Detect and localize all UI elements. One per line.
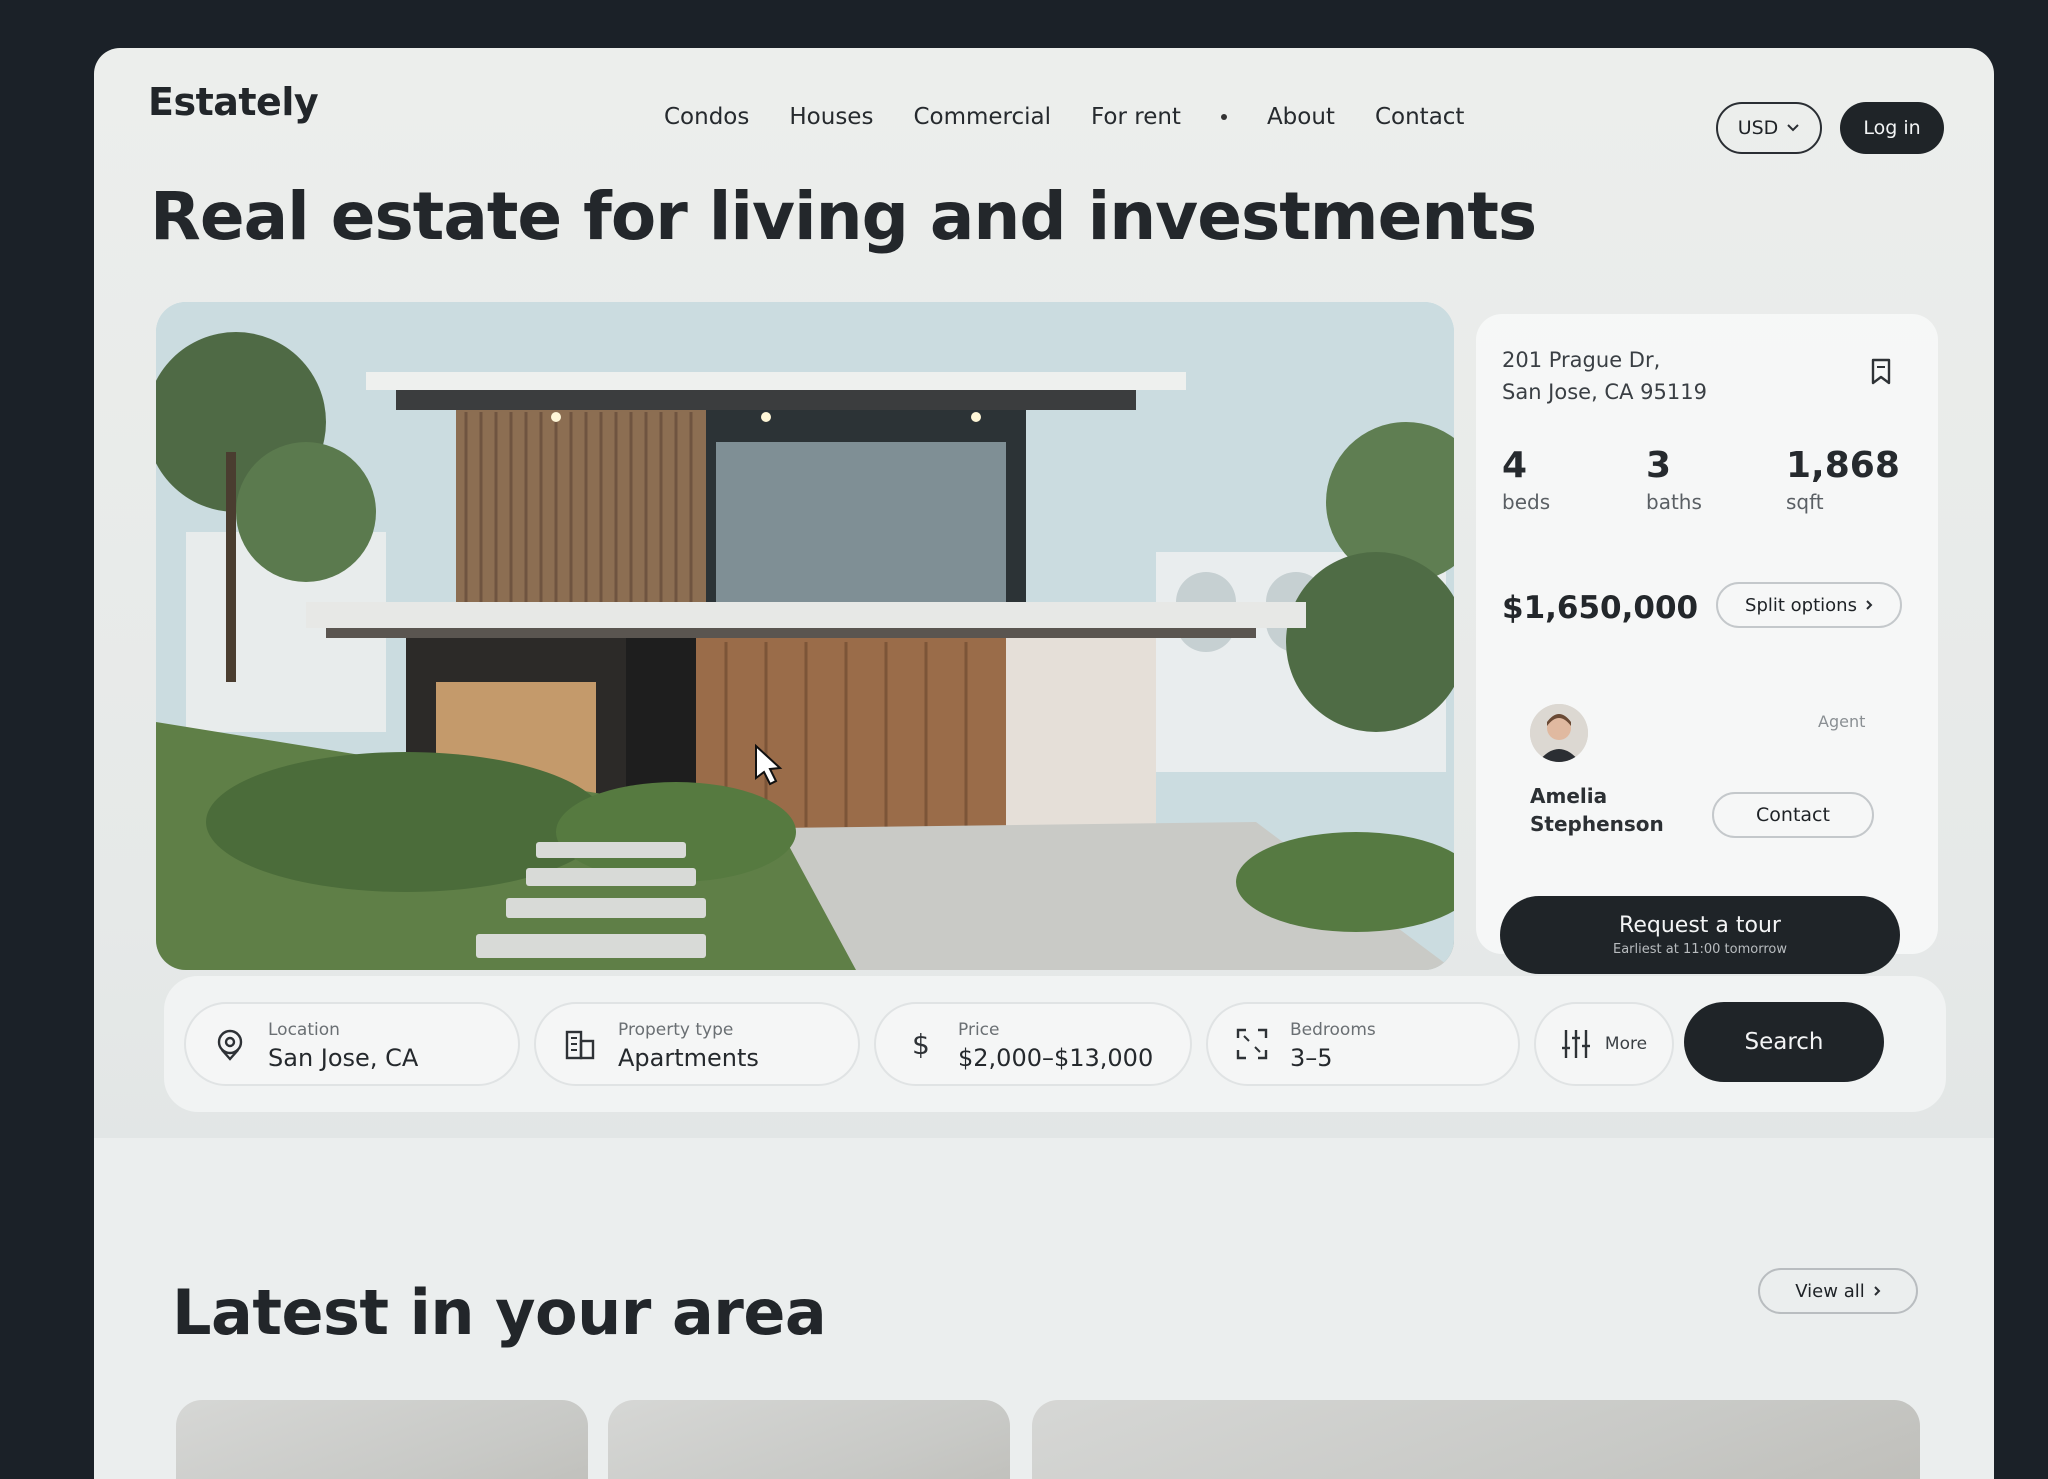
split-options-label: Split options [1745,594,1857,616]
hero-property-image [156,302,1454,970]
listing-thumbnail[interactable] [176,1400,588,1479]
request-tour-title: Request a tour [1619,913,1781,938]
baths-value: 3 [1646,445,1672,486]
main-nav: Condos Houses Commercial For rent About … [664,104,1464,130]
more-filters-label: More [1604,1034,1648,1054]
svg-text:$: $ [912,1028,930,1061]
bedrooms-field[interactable]: Bedrooms 3–5 [1206,1002,1520,1086]
location-field[interactable]: Location San Jose, CA [184,1002,520,1086]
price-field[interactable]: $ Price $2,000–$13,000 [874,1002,1192,1086]
building-icon [565,1030,595,1060]
chevron-down-icon [1787,124,1800,132]
expand-icon [1236,1028,1268,1060]
request-tour-button[interactable]: Request a tour Earliest at 11:00 tomorro… [1500,896,1900,974]
nav-item-commercial[interactable]: Commercial [913,104,1051,130]
dollar-icon: $ [912,1028,930,1061]
sliders-icon [1561,1030,1590,1058]
agent-role-label: Agent [1818,712,1866,731]
nav-item-houses[interactable]: Houses [789,104,873,130]
beds-label: beds [1502,490,1551,514]
sqft-value: 1,868 [1786,445,1900,486]
property-type-value: Apartments [618,1044,759,1072]
location-label: Location [268,1020,340,1040]
listing-price: $1,650,000 [1502,590,1699,626]
more-filters-button[interactable]: More [1534,1002,1674,1086]
search-bar: Location San Jose, CA Property type Apar… [164,976,1946,1112]
browser-screen: Estately Condos Houses Commercial For re… [94,48,1994,1479]
view-all-label: View all [1795,1280,1865,1302]
chevron-right-icon [1874,1286,1881,1296]
map-pin-icon [217,1029,243,1061]
bedrooms-value: 3–5 [1290,1044,1333,1072]
agent-first-name: Amelia [1530,784,1608,808]
listing-thumbnail[interactable] [1032,1400,1920,1479]
baths-label: baths [1646,490,1702,514]
nav-separator-dot [1220,114,1227,120]
brand-logo[interactable]: Estately [148,80,319,124]
latest-section: Latest in your area View all [94,1138,1994,1479]
listing-thumbnail[interactable] [608,1400,1010,1479]
agent-name: Amelia Stephenson [1530,782,1664,838]
agent-last-name: Stephenson [1530,812,1664,836]
nav-item-for-rent[interactable]: For rent [1091,104,1181,130]
nav-item-condos[interactable]: Condos [664,104,749,130]
property-type-field[interactable]: Property type Apartments [534,1002,860,1086]
property-type-label: Property type [618,1020,734,1040]
search-button[interactable]: Search [1684,1002,1884,1082]
currency-value: USD [1737,117,1779,139]
price-label: Price [958,1020,1000,1040]
stat-beds: 4 beds [1502,445,1551,515]
beds-value: 4 [1502,445,1528,486]
bedrooms-label: Bedrooms [1290,1020,1376,1040]
view-all-button[interactable]: View all [1758,1268,1918,1314]
latest-title: Latest in your area [172,1276,827,1349]
contact-agent-button[interactable]: Contact [1712,792,1874,838]
split-options-button[interactable]: Split options [1716,582,1902,628]
property-card: 201 Prague Dr, San Jose, CA 95119 4 beds… [1476,314,1938,974]
location-value: San Jose, CA [268,1044,419,1072]
price-value: $2,000–$13,000 [958,1044,1154,1072]
stat-baths: 3 baths [1646,445,1702,515]
address-line-1: 201 Prague Dr, [1502,348,1661,372]
agent-avatar [1530,704,1588,762]
address-line-2: San Jose, CA 95119 [1502,380,1707,404]
sqft-label: sqft [1786,490,1824,514]
login-button[interactable]: Log in [1840,102,1944,154]
nav-item-about[interactable]: About [1267,104,1335,130]
nav-item-contact[interactable]: Contact [1375,104,1464,130]
stat-sqft: 1,868 sqft [1786,445,1900,515]
bookmark-icon[interactable] [1870,358,1892,386]
property-address: 201 Prague Dr, San Jose, CA 95119 [1502,344,1707,408]
chevron-right-icon [1866,600,1873,610]
request-tour-subtitle: Earliest at 11:00 tomorrow [1613,942,1787,957]
page-title: Real estate for living and investments [150,178,1537,255]
currency-select[interactable]: USD [1716,102,1822,154]
